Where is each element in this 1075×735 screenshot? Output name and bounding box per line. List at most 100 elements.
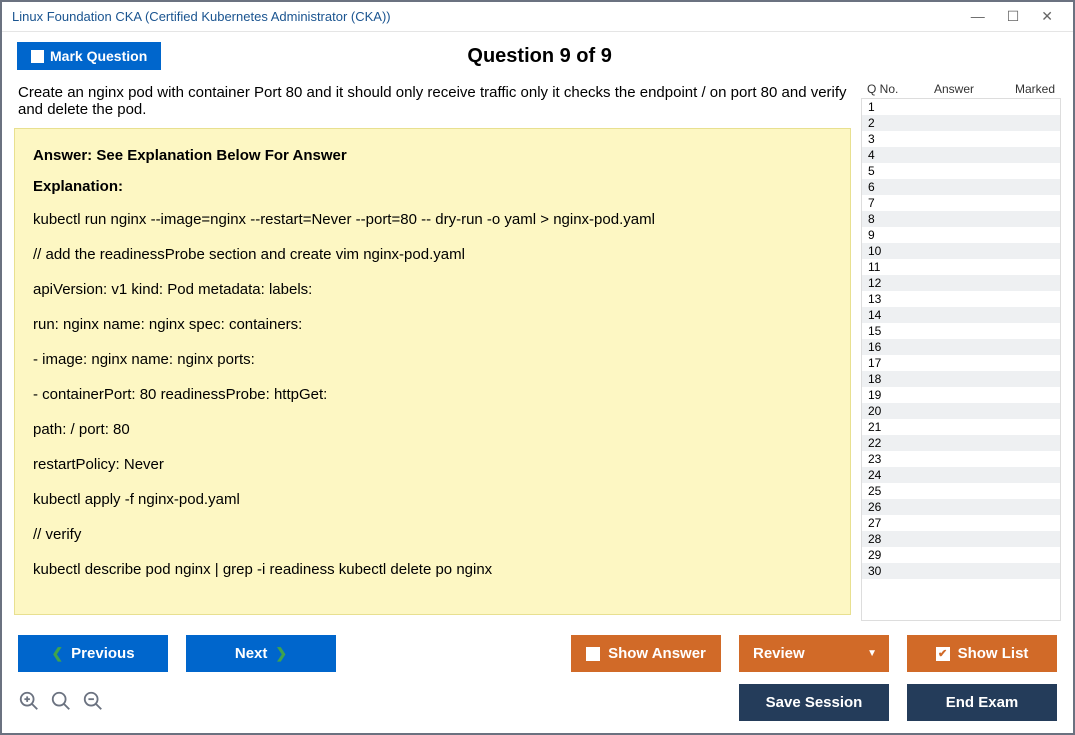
question-list-row[interactable]: 27 [862,515,1060,531]
qno-cell: 4 [862,148,892,162]
question-list-row[interactable]: 14 [862,307,1060,323]
qno-cell: 13 [862,292,892,306]
question-list-row[interactable]: 28 [862,531,1060,547]
review-label: Review [753,645,805,662]
qno-cell: 7 [862,196,892,210]
question-list-row[interactable]: 18 [862,371,1060,387]
question-list-panel: Q No. Answer Marked 12345678910111213141… [861,80,1061,621]
chevron-left-icon: ❮ [51,645,63,662]
bottom-bar: ❮ Previous Next ❯ Show Answer Review ▼ ✔… [2,621,1073,733]
show-answer-label: Show Answer [608,645,706,662]
qno-cell: 18 [862,372,892,386]
qno-cell: 28 [862,532,892,546]
qno-cell: 3 [862,132,892,146]
explanation-header: Explanation: [33,178,832,195]
content-row: Create an nginx pod with container Port … [2,80,1073,621]
question-list-row[interactable]: 11 [862,259,1060,275]
question-list-row[interactable]: 1 [862,99,1060,115]
question-list-row[interactable]: 4 [862,147,1060,163]
qno-cell: 8 [862,212,892,226]
question-list-row[interactable]: 6 [862,179,1060,195]
qno-cell: 15 [862,324,892,338]
save-session-button[interactable]: Save Session [739,684,889,721]
zoom-reset-icon[interactable] [50,690,72,715]
main-column: Create an nginx pod with container Port … [14,80,861,621]
zoom-in-icon[interactable] [18,690,40,715]
show-answer-button[interactable]: Show Answer [571,635,721,672]
end-exam-button[interactable]: End Exam [907,684,1057,721]
col-qno: Q No. [867,82,913,96]
question-list-row[interactable]: 2 [862,115,1060,131]
question-list-row[interactable]: 20 [862,403,1060,419]
question-list-row[interactable]: 22 [862,435,1060,451]
show-list-label: Show List [958,645,1029,662]
qno-cell: 22 [862,436,892,450]
next-button[interactable]: Next ❯ [186,635,336,672]
qno-cell: 23 [862,452,892,466]
chevron-right-icon: ❯ [275,645,287,662]
question-list-body[interactable]: 1234567891011121314151617181920212223242… [861,98,1061,621]
previous-label: Previous [71,645,134,662]
question-list-row[interactable]: 19 [862,387,1060,403]
question-list-row[interactable]: 9 [862,227,1060,243]
topbar: Mark Question Question 9 of 9 [2,32,1073,80]
explanation-line: // add the readinessProbe section and cr… [33,244,832,265]
next-label: Next [235,645,268,662]
question-list-row[interactable]: 5 [862,163,1060,179]
save-session-label: Save Session [766,694,863,711]
mark-question-button[interactable]: Mark Question [17,42,161,70]
qno-cell: 16 [862,340,892,354]
question-list-row[interactable]: 3 [862,131,1060,147]
chevron-down-icon: ▼ [867,648,877,659]
question-list-row[interactable]: 12 [862,275,1060,291]
mark-question-label: Mark Question [50,48,147,64]
question-list-row[interactable]: 24 [862,467,1060,483]
previous-button[interactable]: ❮ Previous [18,635,168,672]
qno-cell: 17 [862,356,892,370]
explanation-line: kubectl describe pod nginx | grep -i rea… [33,559,832,580]
question-list-row[interactable]: 21 [862,419,1060,435]
qno-cell: 29 [862,548,892,562]
explanation-body: kubectl run nginx --image=nginx --restar… [33,209,832,580]
qno-cell: 12 [862,276,892,290]
minimize-icon[interactable]: — [971,8,985,25]
question-list-row[interactable]: 13 [862,291,1060,307]
show-list-button[interactable]: ✔ Show List [907,635,1057,672]
qno-cell: 6 [862,180,892,194]
explanation-line: restartPolicy: Never [33,454,832,475]
question-list-row[interactable]: 26 [862,499,1060,515]
question-list-row[interactable]: 17 [862,355,1060,371]
explanation-line: path: / port: 80 [33,419,832,440]
app-window: Linux Foundation CKA (Certified Kubernet… [0,0,1075,735]
window-controls: — ☐ ✕ [971,8,1063,25]
question-text: Create an nginx pod with container Port … [14,80,851,128]
qno-cell: 9 [862,228,892,242]
qno-cell: 27 [862,516,892,530]
qno-cell: 14 [862,308,892,322]
review-dropdown[interactable]: Review ▼ [739,635,889,672]
question-list-row[interactable]: 10 [862,243,1060,259]
titlebar: Linux Foundation CKA (Certified Kubernet… [2,2,1073,32]
explanation-line: // verify [33,524,832,545]
question-list-row[interactable]: 15 [862,323,1060,339]
zoom-out-icon[interactable] [82,690,104,715]
close-icon[interactable]: ✕ [1041,8,1053,25]
question-list-row[interactable]: 25 [862,483,1060,499]
qno-cell: 20 [862,404,892,418]
checkbox-icon [586,647,600,661]
question-list-row[interactable]: 29 [862,547,1060,563]
col-answer: Answer [913,82,995,96]
explanation-line: kubectl apply -f nginx-pod.yaml [33,489,832,510]
question-list-row[interactable]: 16 [862,339,1060,355]
question-list-row[interactable]: 23 [862,451,1060,467]
answer-box: Answer: See Explanation Below For Answer… [14,128,851,615]
button-row-1: ❮ Previous Next ❯ Show Answer Review ▼ ✔… [18,635,1057,672]
question-list-row[interactable]: 7 [862,195,1060,211]
maximize-icon[interactable]: ☐ [1007,8,1020,25]
checkbox-icon [31,50,44,63]
question-list-row[interactable]: 30 [862,563,1060,579]
question-list-row[interactable]: 8 [862,211,1060,227]
explanation-line: - containerPort: 80 readinessProbe: http… [33,384,832,405]
explanation-line: run: nginx name: nginx spec: containers: [33,314,832,335]
answer-header: Answer: See Explanation Below For Answer [33,147,832,164]
